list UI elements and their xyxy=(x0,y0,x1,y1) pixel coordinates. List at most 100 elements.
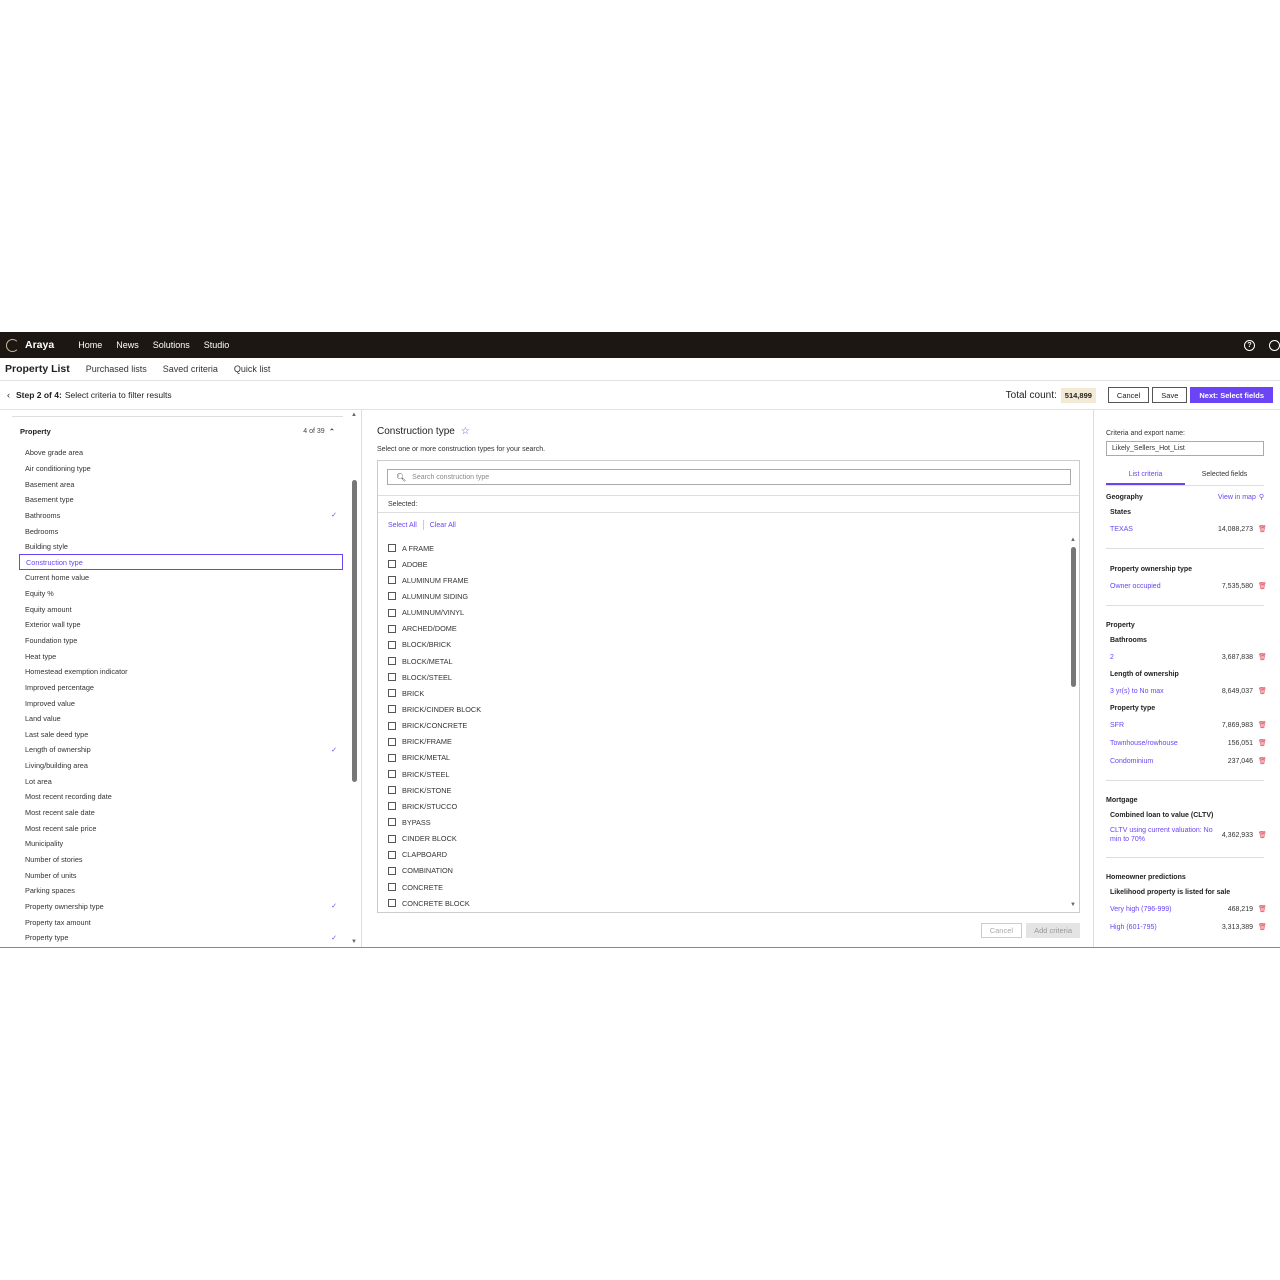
checkbox[interactable] xyxy=(388,737,396,746)
criteria-item[interactable]: Property type ✓ xyxy=(19,930,343,946)
sidebar-scrollbar[interactable]: ▲ ▼ xyxy=(351,412,358,945)
cancel-button[interactable]: Cancel xyxy=(1107,387,1150,403)
checkbox[interactable] xyxy=(388,818,396,827)
trash-icon[interactable]: 🗑︎ xyxy=(1258,721,1267,729)
option-item[interactable]: BLOCK/METAL xyxy=(388,653,481,669)
option-item[interactable]: ALUMINUM/VINYL xyxy=(388,605,481,621)
help-icon[interactable]: ? xyxy=(1244,339,1255,351)
trash-icon[interactable]: 🗑︎ xyxy=(1258,757,1267,765)
option-item[interactable]: BYPASS xyxy=(388,814,481,830)
option-item[interactable]: CINDER BLOCK xyxy=(388,831,481,847)
criteria-item[interactable]: Air conditioning type xyxy=(19,461,343,477)
criteria-item[interactable]: Property tax amount xyxy=(19,914,343,930)
criteria-item[interactable]: Above grade area xyxy=(19,445,343,461)
criteria-item[interactable]: Last sale deed type xyxy=(19,727,343,743)
checkbox[interactable] xyxy=(388,544,396,553)
checkbox[interactable] xyxy=(388,576,396,585)
options-scroll-thumb[interactable] xyxy=(1071,547,1076,687)
criteria-item[interactable]: Lot area xyxy=(19,773,343,789)
criteria-item[interactable]: Property ownership type ✓ xyxy=(19,899,343,915)
clear-all-link[interactable]: Clear All xyxy=(430,522,456,529)
checkbox[interactable] xyxy=(388,689,396,698)
criteria-item[interactable]: Living/building area xyxy=(19,758,343,774)
select-all-link[interactable]: Select All xyxy=(388,522,417,529)
next-select-fields-button[interactable]: Next: Select fields xyxy=(1190,387,1273,403)
criteria-item[interactable]: Improved value xyxy=(19,695,343,711)
page-title[interactable]: Property List xyxy=(5,363,70,375)
chevron-left-icon[interactable]: ‹ xyxy=(7,390,10,400)
trash-icon[interactable]: 🗑︎ xyxy=(1258,687,1267,695)
nav-studio[interactable]: Studio xyxy=(204,340,230,350)
checkbox[interactable] xyxy=(388,721,396,730)
sidebar-scroll-thumb[interactable] xyxy=(352,480,357,782)
criteria-item[interactable]: Improved percentage xyxy=(19,680,343,696)
criteria-item[interactable]: Parking spaces xyxy=(19,883,343,899)
trash-icon[interactable]: 🗑︎ xyxy=(1258,905,1267,913)
tab-purchased-lists[interactable]: Purchased lists xyxy=(86,364,147,374)
option-item[interactable]: BRICK/STUCCO xyxy=(388,798,481,814)
criteria-item[interactable]: Most recent sale date xyxy=(19,805,343,821)
checkbox[interactable] xyxy=(388,592,396,601)
criteria-item[interactable]: Most recent recording date xyxy=(19,789,343,805)
criteria-value-texas[interactable]: TEXAS xyxy=(1110,525,1218,534)
trash-icon[interactable]: 🗑︎ xyxy=(1258,653,1267,661)
option-item[interactable]: BLOCK/STEEL xyxy=(388,669,481,685)
criteria-value-cltv[interactable]: CLTV using current valuation: No min to … xyxy=(1110,826,1222,844)
option-item[interactable]: BRICK xyxy=(388,685,481,701)
checkbox[interactable] xyxy=(388,786,396,795)
criteria-item[interactable]: Building style xyxy=(19,539,343,555)
tab-list-criteria[interactable]: List criteria xyxy=(1106,466,1185,485)
criteria-item[interactable]: Foundation type xyxy=(19,633,343,649)
scroll-up-icon[interactable]: ▲ xyxy=(351,412,357,418)
checkbox[interactable] xyxy=(388,608,396,617)
option-item[interactable]: BRICK/METAL xyxy=(388,750,481,766)
export-name-input[interactable]: Likely_Sellers_Hot_List xyxy=(1106,441,1264,456)
checkbox[interactable] xyxy=(388,657,396,666)
star-icon[interactable]: ☆ xyxy=(461,426,470,437)
user-icon[interactable] xyxy=(1269,339,1280,351)
criteria-item[interactable]: Bedrooms xyxy=(19,523,343,539)
criteria-item[interactable]: Equity amount xyxy=(19,601,343,617)
trash-icon[interactable]: 🗑︎ xyxy=(1258,582,1267,590)
criteria-item[interactable]: Basement area xyxy=(19,476,343,492)
criteria-item[interactable]: Homestead exemption indicator xyxy=(19,664,343,680)
scroll-down-icon[interactable]: ▼ xyxy=(1070,902,1076,908)
criteria-item[interactable]: Most recent sale price xyxy=(19,820,343,836)
options-scrollbar[interactable]: ▲ ▼ xyxy=(1070,537,1077,908)
save-button[interactable]: Save xyxy=(1152,387,1188,403)
criteria-value-condo[interactable]: Condominium xyxy=(1110,757,1228,766)
option-item[interactable]: ALUMINUM FRAME xyxy=(388,572,481,588)
option-item[interactable]: BRICK/CINDER BLOCK xyxy=(388,701,481,717)
checkbox[interactable] xyxy=(388,624,396,633)
criteria-item[interactable]: Municipality xyxy=(19,836,343,852)
criteria-item[interactable]: Heat type xyxy=(19,648,343,664)
nav-news[interactable]: News xyxy=(116,340,139,350)
criteria-item[interactable]: Number of stories xyxy=(19,852,343,868)
option-item[interactable]: ARCHED/DOME xyxy=(388,621,481,637)
option-item[interactable]: BRICK/STONE xyxy=(388,782,481,798)
checkbox[interactable] xyxy=(388,705,396,714)
option-item[interactable]: CONCRETE xyxy=(388,879,481,895)
criteria-item[interactable]: Current home value xyxy=(19,570,343,586)
checkbox[interactable] xyxy=(388,834,396,843)
tab-selected-fields[interactable]: Selected fields xyxy=(1185,466,1264,485)
option-item[interactable]: CLAPBOARD xyxy=(388,847,481,863)
trash-icon[interactable]: 🗑︎ xyxy=(1258,739,1267,747)
option-item[interactable]: BLOCK/BRICK xyxy=(388,637,481,653)
search-input[interactable]: 🔍︎ Search construction type xyxy=(387,469,1071,485)
criteria-value-bathrooms[interactable]: 2 xyxy=(1110,653,1222,662)
criteria-value-sfr[interactable]: SFR xyxy=(1110,721,1222,730)
criteria-value-owner-occupied[interactable]: Owner occupied xyxy=(1110,582,1222,591)
criteria-item[interactable]: Land value xyxy=(19,711,343,727)
option-item[interactable]: ADOBE xyxy=(388,556,481,572)
option-item[interactable]: CONCRETE BLOCK xyxy=(388,895,481,911)
trash-icon[interactable]: 🗑︎ xyxy=(1258,831,1267,839)
criteria-value-townhouse[interactable]: Townhouse/rowhouse xyxy=(1110,739,1228,748)
option-item[interactable]: COMBINATION xyxy=(388,863,481,879)
option-item[interactable]: ALUMINUM SIDING xyxy=(388,588,481,604)
tab-quick-list[interactable]: Quick list xyxy=(234,364,271,374)
scroll-down-icon[interactable]: ▼ xyxy=(351,939,357,945)
checkbox[interactable] xyxy=(388,802,396,811)
checkbox[interactable] xyxy=(388,640,396,649)
brand[interactable]: Araya xyxy=(6,338,54,352)
